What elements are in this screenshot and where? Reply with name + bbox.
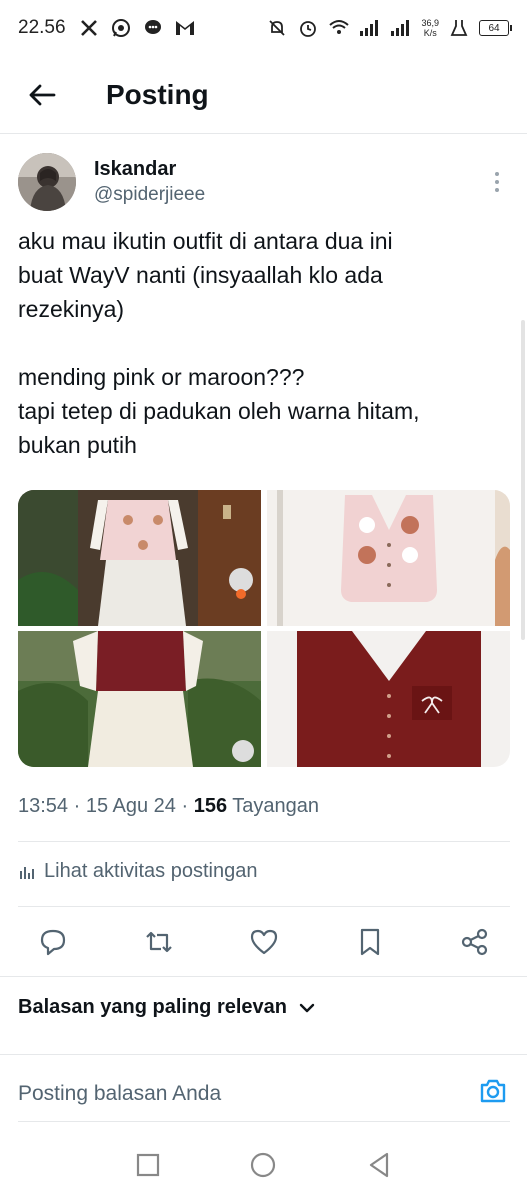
post-activity-label: Lihat aktivitas postingan	[44, 860, 258, 882]
tweet-line: tapi tetep di padukan oleh warna hitam,	[18, 398, 420, 424]
tweet-actions	[18, 918, 510, 966]
reply-composer[interactable]: Posting balasan Anda	[18, 1066, 510, 1122]
back-arrow-icon	[29, 84, 56, 105]
tweet-line: rezekinya)	[18, 296, 125, 322]
circle-icon	[251, 1152, 276, 1178]
wifi-icon	[328, 17, 350, 39]
scrollbar[interactable]	[521, 320, 525, 640]
gmail-icon	[174, 17, 196, 39]
page-title: Posting	[106, 78, 209, 110]
share-button[interactable]	[458, 925, 492, 959]
divider	[0, 1054, 527, 1055]
repost-button[interactable]	[142, 925, 176, 959]
chat-icon	[142, 17, 164, 39]
network-speed: 36,9 K/s	[421, 18, 439, 38]
tweet-date[interactable]: 15 Agu 24	[86, 795, 176, 817]
x-icon	[78, 17, 100, 39]
tweet-author: Iskandar @spiderjieee	[18, 150, 509, 214]
status-bar: 22.56 36,9 K/s 64	[0, 0, 527, 56]
media-image-maroon-vest[interactable]	[267, 631, 510, 767]
repost-icon	[145, 931, 172, 953]
author-handle[interactable]: @spiderjieee	[94, 182, 205, 208]
avatar[interactable]	[18, 153, 76, 211]
tweet-line: buat WayV nanti (insyaallah klo ada	[18, 262, 383, 288]
back-button[interactable]	[22, 75, 62, 115]
camera-icon[interactable]	[478, 1078, 508, 1109]
media-image-pink-outfit[interactable]	[18, 490, 261, 626]
alarm-icon	[297, 17, 319, 39]
back-nav-button[interactable]	[364, 1150, 394, 1180]
top-app-bar: Posting	[0, 56, 527, 134]
media-grid	[18, 490, 510, 767]
reply-button[interactable]	[36, 925, 70, 959]
tweet-time[interactable]: 13:54	[18, 795, 68, 817]
recents-button[interactable]	[133, 1150, 163, 1180]
author-name[interactable]: Iskandar	[94, 156, 205, 182]
bookmark-button[interactable]	[353, 925, 387, 959]
replies-sort-label: Balasan yang paling relevan	[18, 996, 287, 1018]
more-options-icon[interactable]	[485, 162, 509, 202]
divider	[18, 906, 510, 907]
mute-icon	[266, 17, 288, 39]
divider	[0, 976, 527, 977]
signal-icon-2	[390, 17, 412, 39]
replies-sort-dropdown[interactable]: Balasan yang paling relevan	[18, 996, 315, 1019]
post-activity-link[interactable]: Lihat aktivitas postingan	[18, 860, 257, 883]
tweet-meta: 13:54 · 15 Agu 24 · 156 Tayangan	[18, 795, 320, 817]
flask-icon	[448, 17, 470, 39]
tweet-line: mending pink or maroon???	[18, 364, 305, 390]
analytics-icon	[18, 863, 36, 881]
chevron-down-icon	[299, 1002, 315, 1014]
share-icon	[461, 928, 488, 956]
tweet-text: aku mau ikutin outfit di antara dua ini …	[18, 224, 508, 462]
view-count: 156	[193, 795, 228, 817]
media-image-maroon-outfit[interactable]	[18, 631, 261, 767]
triangle-back-icon	[370, 1152, 389, 1178]
divider	[18, 841, 510, 842]
like-button[interactable]	[247, 925, 281, 959]
heart-icon	[250, 929, 278, 955]
tweet-line: bukan putih	[18, 432, 137, 458]
battery-icon: 64	[479, 20, 512, 36]
square-icon	[136, 1153, 159, 1177]
reply-icon	[40, 929, 66, 956]
status-time: 22.56	[18, 17, 66, 38]
tweet-line: aku mau ikutin outfit di antara dua ini	[18, 228, 393, 254]
system-nav-bar	[0, 1130, 527, 1200]
media-image-pink-vest[interactable]	[267, 490, 510, 626]
whatsapp-icon	[110, 17, 132, 39]
view-label: Tayangan	[227, 795, 320, 817]
reply-input[interactable]: Posting balasan Anda	[18, 1082, 221, 1106]
signal-icon	[359, 17, 381, 39]
home-button[interactable]	[248, 1150, 278, 1180]
bookmark-icon	[360, 928, 379, 956]
